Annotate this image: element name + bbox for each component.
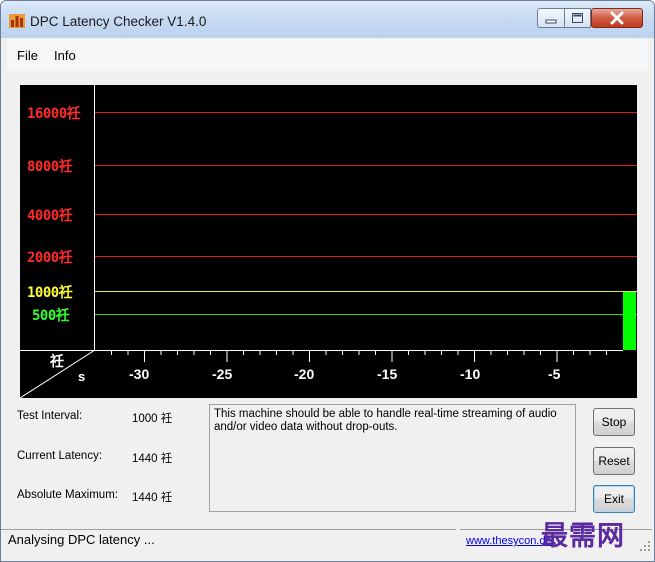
- corner-unit-x: s: [78, 369, 86, 384]
- reset-button[interactable]: Reset: [593, 447, 635, 475]
- gridline-16000: [95, 112, 637, 113]
- gridline-4000: [95, 214, 637, 215]
- x-label-15: -15: [377, 366, 398, 382]
- minimize-icon: [545, 19, 557, 24]
- y-label-16000: 16000祍: [27, 106, 81, 122]
- x-label-25: -25: [212, 366, 233, 382]
- y-axis: [94, 85, 95, 350]
- x-label-5: -5: [548, 366, 561, 382]
- absolute-maximum-label: Absolute Maximum:: [17, 489, 118, 501]
- y-label-1000: 1000祍: [27, 285, 73, 301]
- test-interval-label: Test Interval:: [17, 410, 83, 422]
- menu-file[interactable]: File: [17, 48, 38, 63]
- x-label-20: -20: [294, 366, 315, 382]
- latency-bar: [623, 292, 636, 350]
- watermark-text: 最需网: [541, 521, 625, 552]
- current-latency-value: 1440 祍: [132, 453, 173, 465]
- x-label-30: -30: [129, 366, 150, 382]
- maximize-icon: [572, 13, 583, 23]
- maximize-button[interactable]: [564, 8, 591, 28]
- latency-graph: 16000祍 8000祍 4000祍 2000祍 1000祍 500祍 祍 s: [20, 85, 637, 398]
- close-button[interactable]: [591, 8, 643, 28]
- app-window: DPC Latency Checker V1.4.0 File Info 160…: [0, 0, 655, 562]
- y-label-4000: 4000祍: [27, 208, 73, 224]
- current-latency-label: Current Latency:: [17, 450, 103, 462]
- title-bar[interactable]: DPC Latency Checker V1.4.0: [1, 1, 654, 38]
- gridline-500: [95, 314, 637, 315]
- exit-button[interactable]: Exit: [593, 485, 635, 513]
- y-label-8000: 8000祍: [27, 159, 73, 175]
- window-title: DPC Latency Checker V1.4.0: [30, 14, 207, 29]
- x-axis-ticks: [111, 350, 607, 362]
- y-label-500: 500祍: [32, 308, 70, 324]
- y-label-2000: 2000祍: [27, 250, 73, 266]
- website-link[interactable]: www.thesycon.de: [466, 535, 552, 547]
- client-area: 16000祍 8000祍 4000祍 2000祍 1000祍 500祍 祍 s: [7, 71, 648, 527]
- resize-grip-icon[interactable]: [639, 540, 651, 552]
- stop-button[interactable]: Stop: [593, 408, 635, 436]
- minimize-button[interactable]: [537, 8, 565, 28]
- status-message-box: This machine should be able to handle re…: [209, 404, 576, 512]
- absolute-maximum-value: 1440 祍: [132, 492, 173, 504]
- menu-info[interactable]: Info: [54, 48, 76, 63]
- app-bars-icon: [9, 14, 25, 28]
- close-icon: [610, 11, 624, 25]
- test-interval-value: 1000 祍: [132, 413, 173, 425]
- menu-bar: File Info: [7, 39, 648, 71]
- gridline-8000: [95, 165, 637, 166]
- gridline-1000: [95, 291, 637, 292]
- gridline-2000: [95, 256, 637, 257]
- x-label-10: -10: [460, 366, 481, 382]
- status-text: Analysing DPC latency ...: [8, 532, 155, 547]
